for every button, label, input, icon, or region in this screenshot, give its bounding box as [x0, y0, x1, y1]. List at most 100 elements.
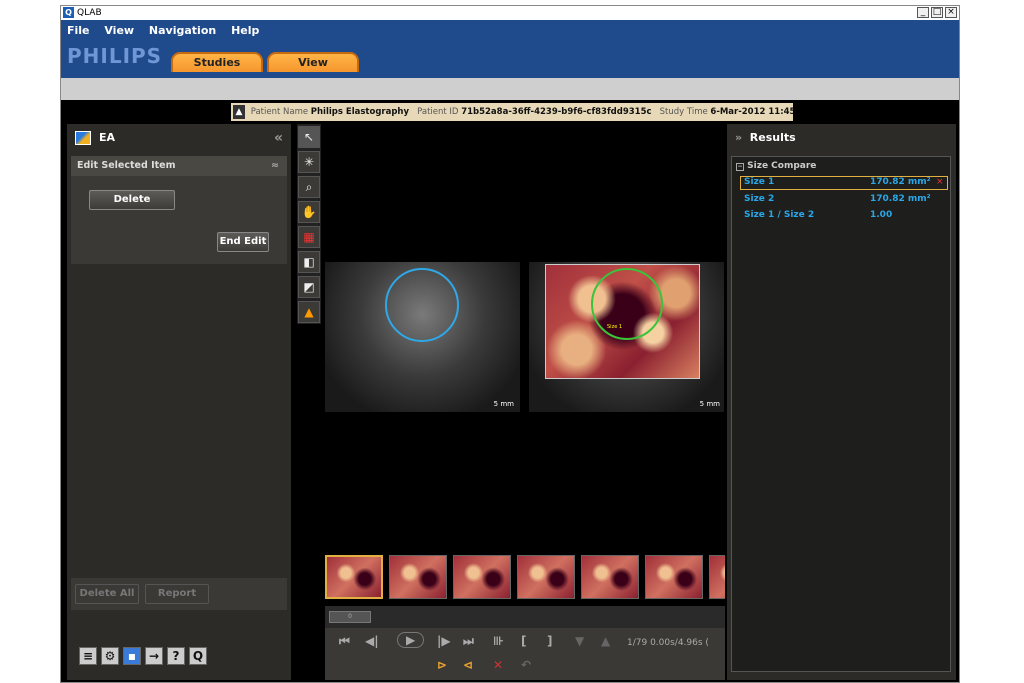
pan-tool-icon[interactable]: ✋ — [298, 201, 320, 223]
thumbnail-3[interactable] — [453, 555, 511, 599]
menu-navigation[interactable]: Navigation — [149, 24, 216, 37]
roi-circle-left[interactable] — [385, 268, 459, 342]
study-time-label: Study Time — [659, 107, 708, 117]
end-edit-button[interactable]: End Edit — [217, 232, 269, 252]
delete-all-button[interactable]: Delete All — [75, 584, 139, 604]
report-button[interactable]: Report — [145, 584, 209, 604]
menu-help[interactable]: Help — [231, 24, 259, 37]
pointer-tool-icon[interactable]: ↖ — [298, 126, 320, 148]
scrub-bar[interactable]: 0 — [325, 606, 725, 628]
title-bar: Q QLAB _ □ × — [61, 6, 959, 20]
thumbnail-5[interactable] — [581, 555, 639, 599]
scale-label-right: 5 mm — [699, 400, 720, 408]
roi-circle-right[interactable] — [591, 268, 663, 340]
patient-icon: ▲ — [233, 105, 245, 119]
split-icon[interactable]: ⊪ — [493, 634, 504, 648]
tool-palette: ↖ ✳ ⌕ ✋ ▦ ◧ ◩ ▲ — [297, 124, 321, 324]
window-title: QLAB — [77, 8, 102, 18]
menu-file[interactable]: File — [67, 24, 90, 37]
toolbar-strip — [61, 78, 959, 100]
results-header: » Results — [727, 124, 956, 152]
patient-id-label: Patient ID — [417, 107, 459, 117]
last-frame-icon[interactable]: ⏭ — [463, 634, 474, 649]
exit-icon[interactable]: → — [145, 647, 163, 665]
qlab-window: Q QLAB _ □ × File View Navigation Help P… — [60, 5, 960, 683]
settings-icon[interactable]: ⚙ — [101, 647, 119, 665]
results-title: Results — [749, 131, 796, 144]
undo-icon[interactable]: ↶ — [521, 658, 531, 672]
first-frame-icon[interactable]: ⏮ — [339, 634, 350, 649]
step-forward-icon[interactable]: |▶ — [437, 634, 451, 648]
zoom-tool-icon[interactable]: ⌕ — [298, 176, 320, 198]
app-icon: Q — [63, 7, 74, 18]
delete-row-icon[interactable]: × — [936, 177, 944, 187]
list-icon[interactable]: ≡ — [79, 647, 97, 665]
result-label[interactable]: Size 2 — [744, 194, 774, 204]
menu-view[interactable]: View — [104, 24, 134, 37]
elastography-icon — [75, 131, 91, 145]
tab-studies[interactable]: Studies — [171, 52, 263, 72]
thumbnail-strip — [325, 551, 725, 606]
thumbnail-2[interactable] — [389, 555, 447, 599]
mark-start-icon[interactable]: [ — [521, 634, 526, 648]
section-header[interactable]: Edit Selected Item ≈ — [71, 156, 287, 176]
study-time-value: 6-Mar-2012 11:45:40 AM — [710, 107, 793, 117]
collapse-icon[interactable]: « — [274, 124, 283, 152]
bottom-icon-bar: ≡ ⚙ ▪ →? Q — [79, 645, 211, 665]
ea-title: EA — [99, 131, 116, 144]
roi-label: Size 1 — [607, 324, 623, 330]
section-title: Edit Selected Item — [77, 160, 176, 171]
results-panel: » Results − Size Compare Size 1 170.82 m… — [727, 124, 956, 680]
result-label[interactable]: Size 1 / Size 2 — [744, 210, 814, 220]
layout-tool-icon[interactable]: ◧ — [298, 251, 320, 273]
ultrasound-bmode-image[interactable]: 5 mm — [325, 262, 520, 412]
contrast-tool-icon[interactable]: ◩ — [298, 276, 320, 298]
patient-info-bar: ▲ Patient Name Philips Elastography Pati… — [231, 103, 793, 121]
result-value: 170.82 mm² — [870, 177, 931, 187]
result-value: 1.00 — [870, 210, 893, 220]
patient-id-value: 71b52a8a-36ff-4239-b9f6-cf83fdd9315c — [461, 107, 652, 117]
play-icon[interactable]: ▶ — [397, 632, 425, 648]
patient-name-value: Philips Elastography — [310, 107, 410, 117]
result-label[interactable]: Size 1 — [744, 177, 774, 187]
expand-icon[interactable]: » — [735, 131, 742, 144]
frame-info: 1/79 0.00s/4.96s ( — [627, 638, 709, 648]
group-title: Size Compare — [747, 161, 817, 171]
left-panel: EA « Edit Selected Item ≈ Delete End Edi… — [67, 124, 291, 680]
thumbnail-1[interactable] — [325, 555, 383, 599]
brightness-tool-icon[interactable]: ✳ — [298, 151, 320, 173]
minimize-button[interactable]: _ — [917, 7, 929, 18]
ultrasound-elastography-image[interactable]: Size 1 5 mm — [529, 262, 724, 412]
thumbnail-6[interactable] — [645, 555, 703, 599]
step-back-icon[interactable]: ◀| — [365, 634, 379, 648]
menu-bar: File View Navigation Help — [67, 24, 270, 37]
tab-view[interactable]: View — [267, 52, 359, 72]
collapse-box-icon[interactable]: − — [736, 163, 744, 171]
measure-tool-icon[interactable]: ▲ — [298, 301, 320, 323]
colormap-tool-icon[interactable]: ▦ — [298, 226, 320, 248]
scrub-handle[interactable]: 0 — [329, 611, 371, 623]
size-compare-group[interactable]: − Size Compare — [736, 161, 816, 171]
close-button[interactable]: × — [945, 7, 957, 18]
chevron-down-icon[interactable]: ▼ — [575, 634, 584, 648]
set-end-icon[interactable]: ⊲ — [463, 658, 473, 672]
edit-selected-section: Edit Selected Item ≈ Delete End Edit — [71, 156, 287, 264]
delete-button[interactable]: Delete — [89, 190, 175, 210]
bottom-actions: Delete All Report — [71, 578, 287, 610]
maximize-button[interactable]: □ — [931, 7, 943, 18]
chevron-up-icon[interactable]: ≈ — [271, 156, 279, 176]
clear-icon[interactable]: ✕ — [493, 658, 503, 672]
scale-label-left: 5 mm — [493, 400, 514, 408]
set-start-icon[interactable]: ⊳ — [437, 658, 447, 672]
result-value: 170.82 mm² — [870, 194, 931, 204]
save-icon[interactable]: ▪ — [123, 647, 141, 665]
chevron-up-icon[interactable]: ▲ — [601, 634, 610, 648]
app-header: File View Navigation Help PHILIPS Studie… — [61, 20, 959, 78]
transport-controls: ⏮ ◀| ▶ |▶ ⏭ ⊪ [ ] ▼ ▲ 1/79 0.00s/4.96s (… — [325, 628, 725, 680]
qlab-icon[interactable]: Q — [189, 647, 207, 665]
mark-end-icon[interactable]: ] — [547, 634, 552, 648]
thumbnail-7[interactable] — [709, 555, 725, 599]
thumbnail-4[interactable] — [517, 555, 575, 599]
philips-logo: PHILIPS — [67, 44, 163, 68]
help-icon[interactable]: ? — [167, 647, 185, 665]
